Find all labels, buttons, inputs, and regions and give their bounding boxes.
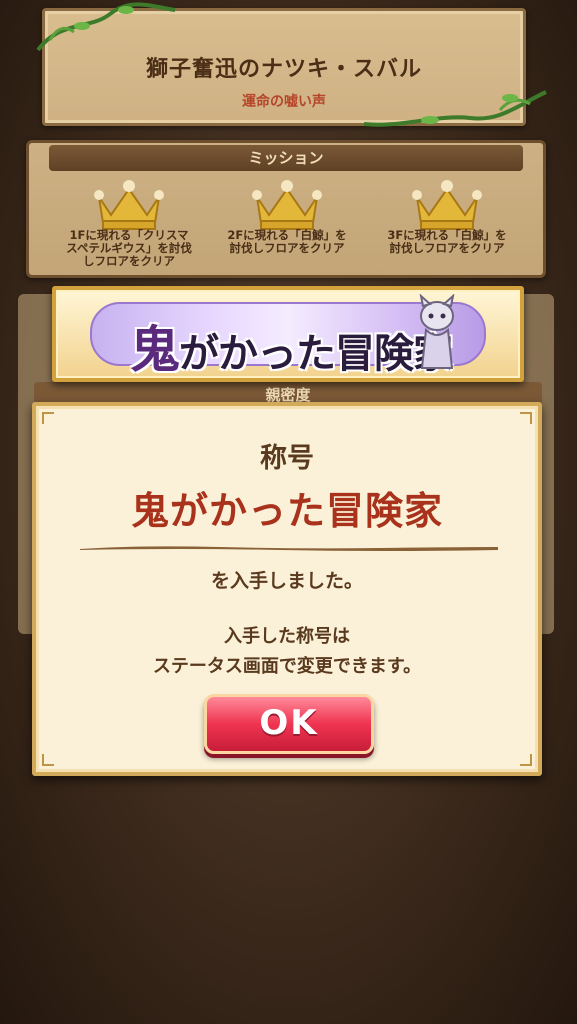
mission-item-3: 3Fに現れる「白鯨」を 討伐しフロアをクリア <box>387 228 507 255</box>
ok-button[interactable]: OK <box>204 694 374 754</box>
banner-title-kanji: 鬼 <box>130 321 180 379</box>
crown-icon <box>94 180 164 230</box>
change-hint: 入手した称号は ステータス画面で変更できます。 <box>152 626 422 677</box>
dialog-label: 称号 <box>260 443 314 474</box>
dialog-title: 鬼がかった冒険家 <box>130 489 443 533</box>
crown-icon <box>252 180 322 230</box>
mission-heading: ミッション <box>49 145 523 171</box>
obtained-message: を入手しました。 <box>210 570 363 592</box>
vine-decoration-icon <box>363 90 547 127</box>
mission-item-2: 2Fに現れる「白鯨」を 討伐しフロアをクリア <box>227 228 347 255</box>
mission-item-1: 1Fに現れる「クリスマ スペテルギウス」を討伐 しフロアをクリア <box>66 228 192 268</box>
corner-ornament <box>42 412 54 424</box>
corner-ornament <box>520 412 532 424</box>
corner-ornament <box>520 754 532 766</box>
title-banner: 鬼がかった冒険家 <box>52 286 524 382</box>
brush-divider <box>80 546 498 551</box>
title-acquired-dialog: 称号 鬼がかった冒険家 を入手しました。 入手した称号は ステータス画面で変更で… <box>32 402 542 776</box>
vine-decoration-icon <box>36 2 176 52</box>
crown-icon <box>412 180 482 230</box>
banner-title: 鬼がかった冒険家 <box>130 310 453 382</box>
mission-panel: ミッション 1Fに現れる「クリスマ スペテルギウス」を討伐 しフロアをクリア 2… <box>26 140 546 278</box>
corner-ornament <box>42 754 54 766</box>
mascot-icon <box>419 294 455 369</box>
